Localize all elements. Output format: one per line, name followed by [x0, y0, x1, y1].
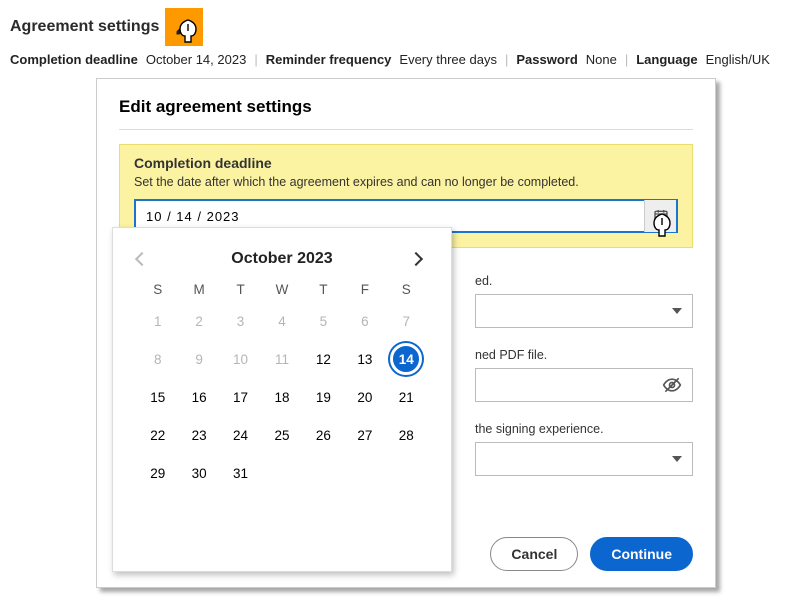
header-bar: Agreement settings	[0, 0, 802, 50]
calendar-month-label: October 2023	[231, 250, 332, 268]
calendar-dow: F	[344, 282, 385, 297]
calendar-grid: SMTWTFS123456789101112131415161718192021…	[137, 282, 427, 487]
calendar-popover: October 2023 SMTWTFS12345678910111213141…	[112, 227, 452, 572]
page-title: Agreement settings	[10, 18, 159, 36]
calendar-day[interactable]: 26	[303, 421, 344, 449]
calendar-day[interactable]: 16	[178, 383, 219, 411]
summary-reminder-label: Reminder frequency	[266, 52, 392, 67]
field-description: Set the date after which the agreement e…	[134, 175, 678, 189]
calendar-next-month[interactable]	[411, 251, 427, 267]
chevron-down-icon	[672, 456, 682, 462]
calendar-day[interactable]: 22	[137, 421, 178, 449]
calendar-day[interactable]: 29	[137, 459, 178, 487]
modal-title: Edit agreement settings	[119, 97, 693, 117]
language-field-fragment: the signing experience.	[475, 422, 693, 476]
calendar-day: 7	[386, 307, 427, 335]
calendar-day[interactable]: 13	[344, 345, 385, 373]
calendar-day[interactable]: 24	[220, 421, 261, 449]
modal-footer: Cancel Continue	[490, 537, 693, 571]
calendar-dow: S	[386, 282, 427, 297]
summary-password-label: Password	[516, 52, 577, 67]
chevron-left-icon	[135, 252, 149, 266]
cancel-button[interactable]: Cancel	[490, 537, 578, 571]
calendar-day: 11	[261, 345, 302, 373]
calendar-dow: S	[137, 282, 178, 297]
reminder-field-fragment: ed.	[475, 274, 693, 328]
calendar-dow: M	[178, 282, 219, 297]
password-input[interactable]	[475, 368, 693, 402]
edit-settings-button[interactable]	[165, 8, 203, 46]
calendar-dow: T	[220, 282, 261, 297]
calendar-day[interactable]: 27	[344, 421, 385, 449]
calendar-day: 8	[137, 345, 178, 373]
divider	[119, 129, 693, 130]
field-label: Completion deadline	[134, 155, 678, 171]
reminder-select[interactable]	[475, 294, 693, 328]
chevron-right-icon	[409, 252, 423, 266]
summary-deadline-label: Completion deadline	[10, 52, 138, 67]
eye-off-icon	[662, 375, 682, 395]
calendar-prev-month[interactable]	[137, 251, 153, 267]
calendar-day[interactable]: 28	[386, 421, 427, 449]
calendar-day: 10	[220, 345, 261, 373]
summary-reminder-value: Every three days	[399, 52, 497, 67]
calendar-day[interactable]: 31	[220, 459, 261, 487]
calendar-day: 4	[261, 307, 302, 335]
language-select[interactable]	[475, 442, 693, 476]
summary-deadline-value: October 14, 2023	[146, 52, 246, 67]
calendar-day: 9	[178, 345, 219, 373]
open-calendar-button[interactable]	[644, 200, 676, 232]
edit-settings-modal: Edit agreement settings Completion deadl…	[96, 78, 716, 588]
calendar-day[interactable]: 14	[390, 343, 422, 375]
calendar-day[interactable]: 18	[261, 383, 302, 411]
summary-password-value: None	[586, 52, 617, 67]
calendar-day: 5	[303, 307, 344, 335]
calendar-day: 1	[137, 307, 178, 335]
password-field-fragment: ned PDF file.	[475, 348, 693, 402]
continue-button[interactable]: Continue	[590, 537, 693, 571]
calendar-header: October 2023	[137, 250, 427, 268]
calendar-day[interactable]: 17	[220, 383, 261, 411]
calendar-day[interactable]: 20	[344, 383, 385, 411]
calendar-dow: W	[261, 282, 302, 297]
summary-language-value: English/UK	[706, 52, 770, 67]
calendar-day[interactable]: 23	[178, 421, 219, 449]
calendar-day[interactable]: 30	[178, 459, 219, 487]
calendar-day[interactable]: 12	[303, 345, 344, 373]
summary-row: Completion deadline October 14, 2023 | R…	[0, 50, 802, 77]
calendar-day[interactable]: 25	[261, 421, 302, 449]
calendar-day: 3	[220, 307, 261, 335]
calendar-dow: T	[303, 282, 344, 297]
calendar-day[interactable]: 21	[386, 383, 427, 411]
deadline-date-input[interactable]	[136, 209, 644, 224]
calendar-day: 2	[178, 307, 219, 335]
calendar-day[interactable]: 15	[137, 383, 178, 411]
cursor-icon	[175, 18, 201, 48]
summary-language-label: Language	[636, 52, 697, 67]
cursor-icon	[649, 212, 675, 242]
calendar-day: 6	[344, 307, 385, 335]
calendar-day[interactable]: 19	[303, 383, 344, 411]
chevron-down-icon	[672, 308, 682, 314]
